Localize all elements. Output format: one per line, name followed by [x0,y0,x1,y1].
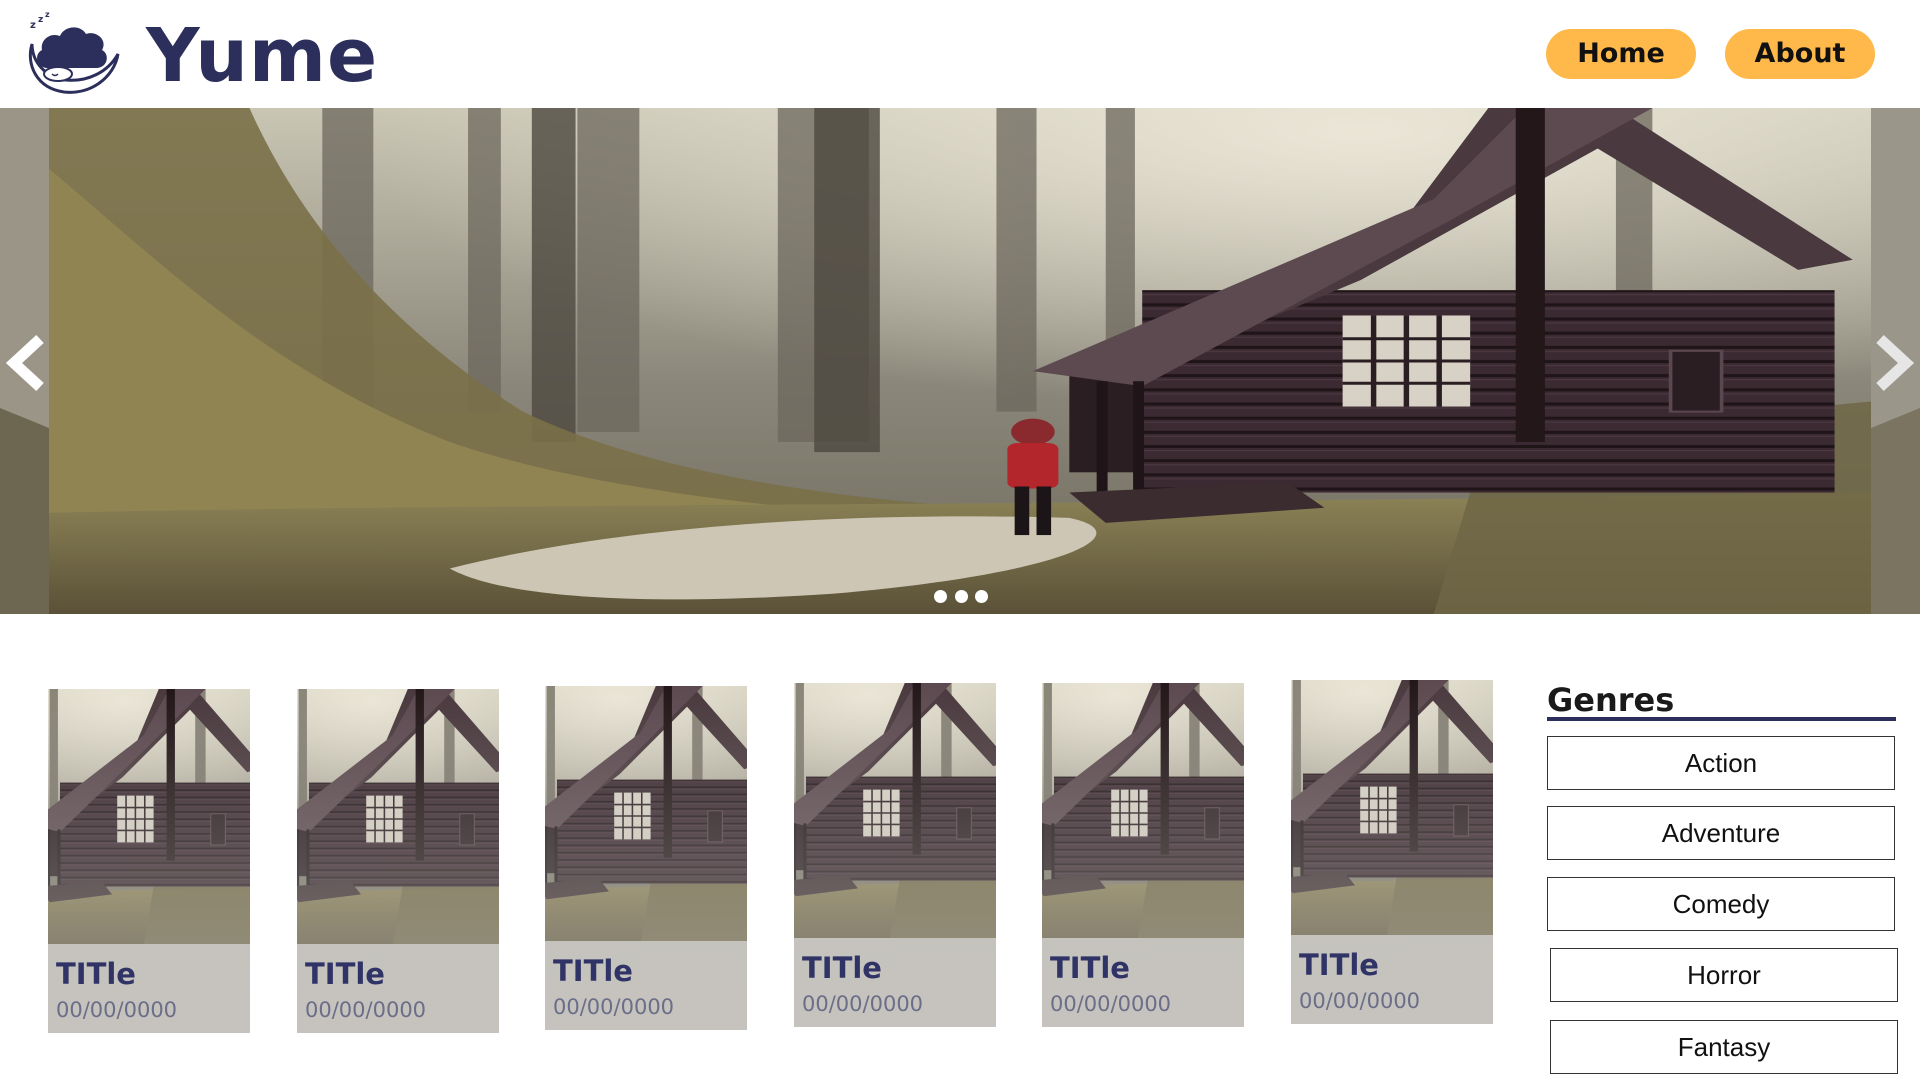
story-card[interactable]: TITle 00/00/0000 [1291,680,1493,1024]
genres-heading: Genres [1547,681,1675,719]
hero-carousel [0,108,1920,614]
card-title: TITle [305,957,385,991]
brand-name[interactable]: Yume [146,8,378,104]
carousel-dot[interactable] [954,590,968,603]
chevron-right-icon[interactable] [1872,333,1920,393]
genre-button-fantasy[interactable]: Fantasy [1550,1020,1898,1074]
card-date: 00/00/0000 [305,998,427,1022]
svg-text:z: z [45,10,50,19]
story-card[interactable]: TITle 00/00/0000 [48,689,250,1033]
carousel-dot[interactable] [934,590,947,603]
story-card[interactable]: TITle 00/00/0000 [1042,683,1244,1027]
genre-button-adventure[interactable]: Adventure [1547,806,1895,860]
nav-about-button[interactable]: About [1725,29,1875,79]
hero-image [49,108,1871,614]
svg-text:z: z [30,20,36,31]
card-date: 00/00/0000 [553,995,675,1019]
card-date: 00/00/0000 [1299,989,1421,1013]
genre-button-action[interactable]: Action [1547,736,1895,790]
card-title: TITle [1299,948,1379,982]
card-date: 00/00/0000 [56,998,178,1022]
card-title: TITle [553,954,633,988]
genres-divider [1547,717,1896,721]
card-title: TITle [56,957,136,991]
card-title: TITle [1050,951,1130,985]
card-date: 00/00/0000 [1050,992,1172,1016]
svg-text:z: z [38,15,43,25]
carousel-dot[interactable] [975,590,988,603]
story-card[interactable]: TITle 00/00/0000 [297,689,499,1033]
card-date: 00/00/0000 [802,992,924,1016]
chevron-left-icon[interactable] [0,333,48,393]
genre-button-comedy[interactable]: Comedy [1547,877,1895,931]
site-header: z z z Yume Home About [0,0,1920,108]
story-card[interactable]: TITle 00/00/0000 [545,686,747,1030]
nav-home-button[interactable]: Home [1546,29,1696,79]
genre-button-horror[interactable]: Horror [1550,948,1898,1002]
card-title: TITle [802,951,882,985]
carousel-indicators [934,590,988,604]
story-card[interactable]: TITle 00/00/0000 [794,683,996,1027]
sleeping-sheep-cloud-moon-icon[interactable]: z z z [18,10,124,96]
